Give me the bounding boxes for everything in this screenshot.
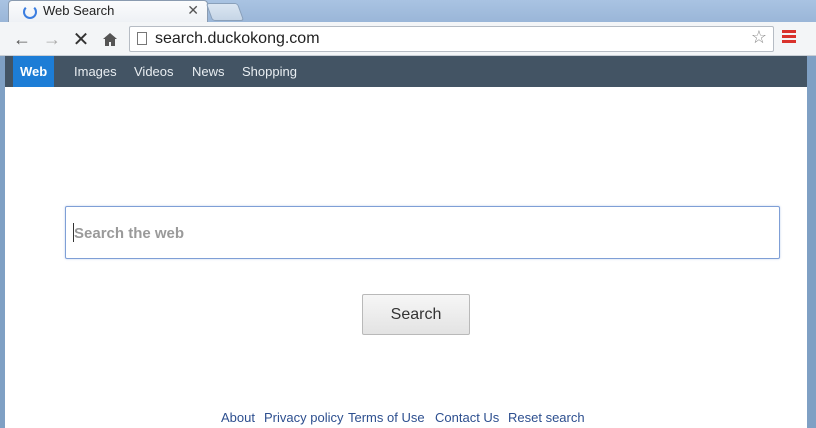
close-tab-icon[interactable]: ✕ xyxy=(187,2,199,19)
tab-strip: Web Search ✕ xyxy=(0,0,816,22)
url-text[interactable]: search.duckokong.com xyxy=(155,30,320,48)
footer-terms-link[interactable]: Terms of Use xyxy=(348,410,425,425)
home-button[interactable] xyxy=(98,27,122,51)
nav-shopping[interactable]: Shopping xyxy=(242,56,297,87)
loading-spinner-icon xyxy=(23,5,37,19)
browser-tab[interactable]: Web Search ✕ xyxy=(8,0,208,22)
search-button[interactable]: Search xyxy=(362,294,470,335)
address-bar[interactable]: search.duckokong.com ☆ xyxy=(129,26,774,52)
tab-title: Web Search xyxy=(43,3,115,18)
site-nav-bar: Web Images Videos News Shopping xyxy=(5,56,807,87)
footer-contact-link[interactable]: Contact Us xyxy=(435,410,499,425)
arrow-right-icon: → xyxy=(43,28,61,49)
search-input[interactable] xyxy=(72,207,766,260)
new-tab-button[interactable] xyxy=(205,3,245,21)
browser-toolbar: ← → ✕ search.duckokong.com ☆ xyxy=(0,22,816,56)
search-box[interactable] xyxy=(65,206,780,260)
close-icon: ✕ xyxy=(72,28,90,51)
back-button[interactable]: ← xyxy=(10,27,34,51)
forward-button[interactable]: → xyxy=(40,27,64,51)
web-page: Web Images Videos News Shopping Search A… xyxy=(5,56,807,428)
arrow-left-icon: ← xyxy=(13,28,31,49)
nav-news[interactable]: News xyxy=(192,56,225,87)
window-edge xyxy=(807,56,816,428)
hamburger-menu-icon[interactable] xyxy=(782,30,796,43)
home-icon xyxy=(103,32,117,46)
nav-videos[interactable]: Videos xyxy=(134,56,174,87)
footer-privacy-link[interactable]: Privacy policy xyxy=(264,410,343,425)
star-icon[interactable]: ☆ xyxy=(751,27,767,48)
page-icon xyxy=(137,32,147,45)
stop-button[interactable]: ✕ xyxy=(69,27,93,51)
nav-images[interactable]: Images xyxy=(74,56,117,87)
nav-web[interactable]: Web xyxy=(13,56,55,87)
footer-reset-link[interactable]: Reset search xyxy=(508,410,585,425)
footer-about-link[interactable]: About xyxy=(221,410,255,425)
